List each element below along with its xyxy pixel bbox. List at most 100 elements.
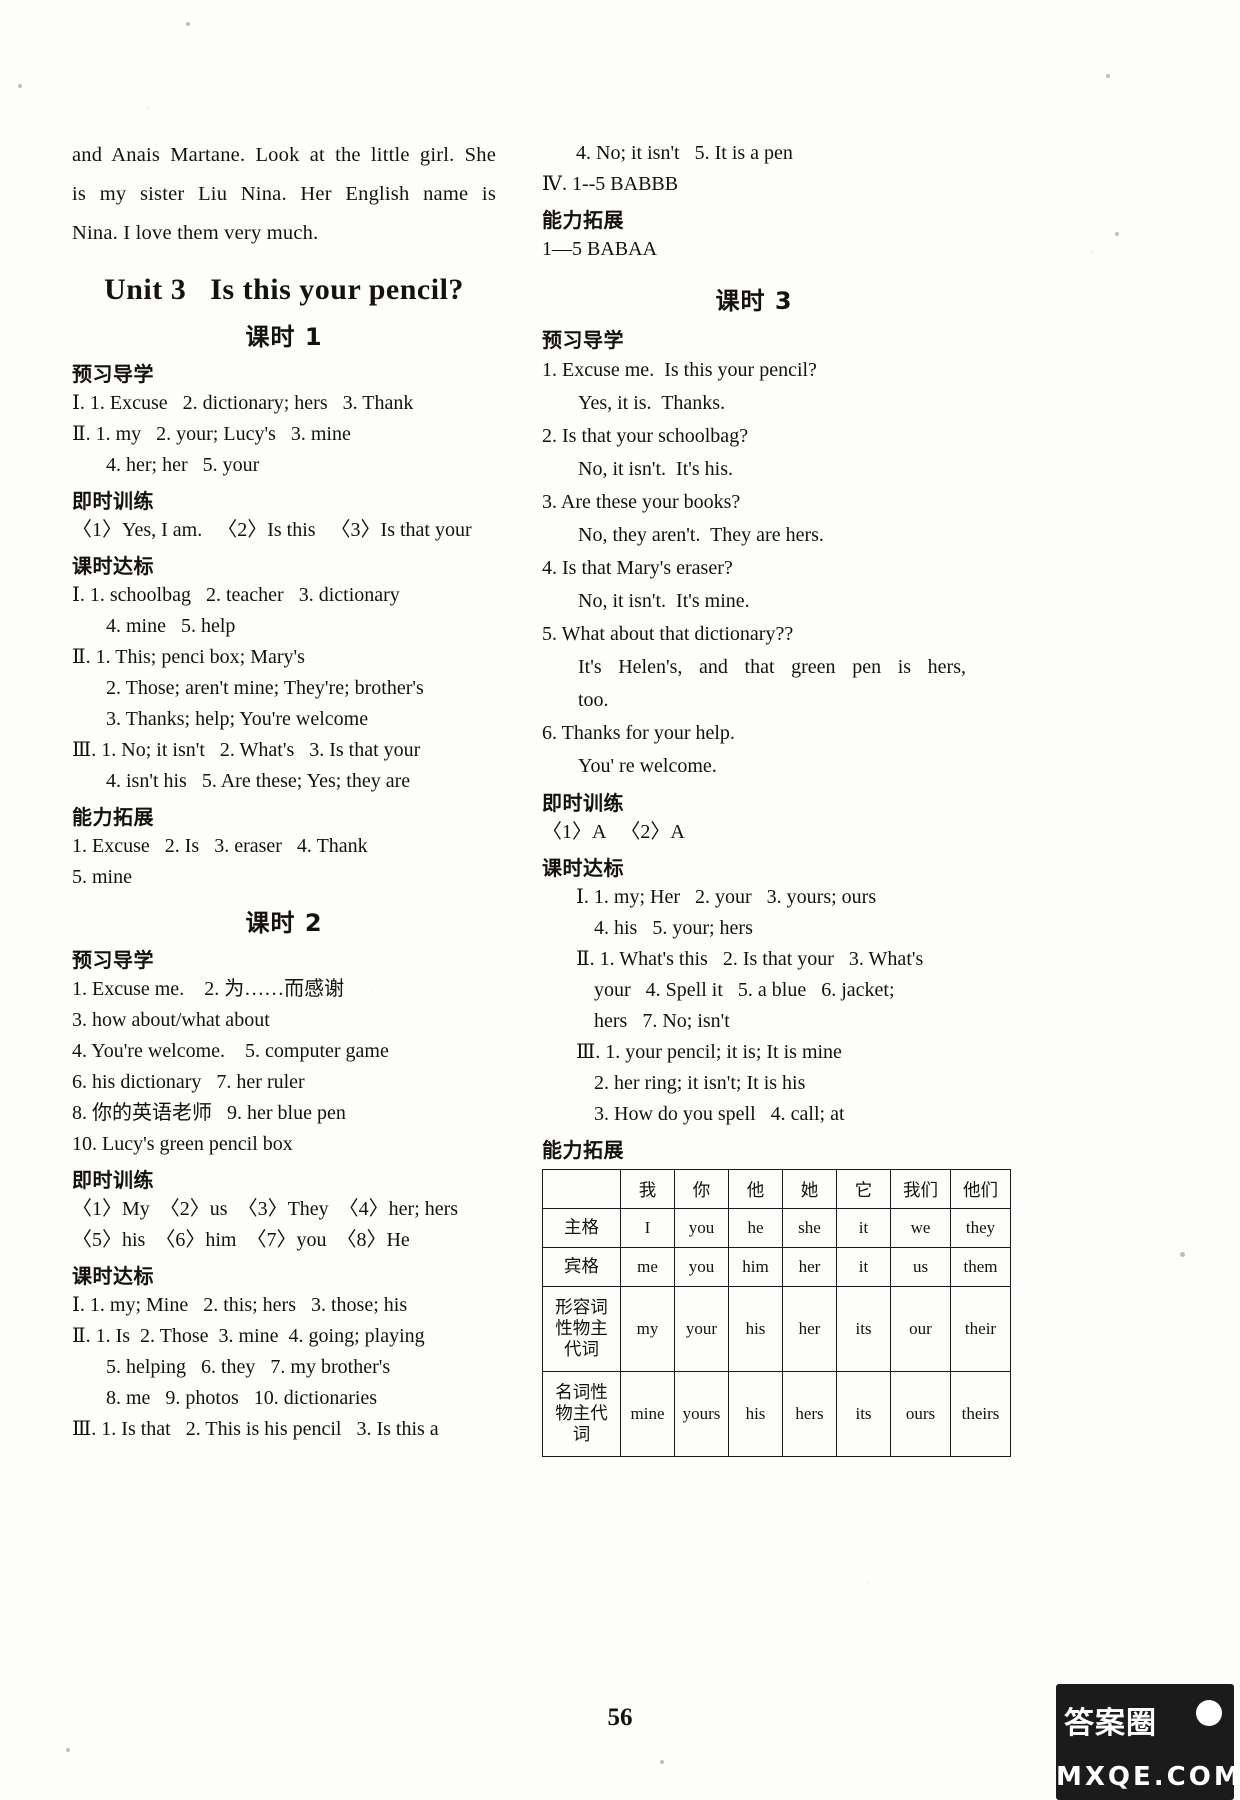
lesson-1-heading: 课时 1 [245, 323, 323, 351]
table-cell: his [728, 1371, 783, 1457]
scan-speck [186, 22, 190, 26]
table-header-row: 我 你 他 她 它 我们 他们 [542, 1169, 1011, 1209]
watermark-logo: 答案圈 MXQE.COM [1056, 1684, 1234, 1800]
lesson-3-qa-answer: It's Helen's, and that green pen is hers… [578, 656, 966, 678]
lesson-1-dabiao-line: 2. Those; aren't mine; They're; brother'… [106, 677, 424, 699]
lesson-2-jishi-line: 〈1〉My 〈2〉us 〈3〉They 〈4〉her; hers [72, 1198, 459, 1220]
lesson-1-dabiao-line: 3. Thanks; help; You're welcome [106, 708, 369, 730]
lesson-2-yuxi-line: 3. how about/what about [72, 1009, 270, 1031]
lesson-3-qa-answer: You' re welcome. [578, 755, 717, 777]
table-header-cell: 他 [728, 1169, 783, 1209]
table-cell: he [728, 1208, 783, 1248]
lesson-2-dabiao-line: Ⅰ. 1. my; Mine 2. this; hers 3. those; h… [72, 1294, 408, 1316]
table-row-label: 名词性 物主代 词 [542, 1371, 621, 1457]
lesson-3-qa-number-question: 5. What about that dictionary?? [542, 618, 966, 651]
lesson-3-dabiao-line: Ⅱ. 1. What's this 2. Is that your 3. Wha… [576, 948, 924, 970]
lesson-1-yuxi-line: Ⅱ. 1. my 2. your; Lucy's 3. mine [72, 423, 351, 445]
watermark-chinese-text: 答案圈 [1064, 1706, 1157, 1741]
lesson-3-dabiao-line: Ⅲ. 1. your pencil; it is; It is mine [576, 1041, 842, 1063]
table-cell: she [782, 1208, 837, 1248]
left-column: and Anais Martane. Look at the little gi… [72, 138, 496, 1457]
qa-question: Are these your books? [560, 491, 741, 513]
qa-number: 1. [542, 359, 557, 381]
qa-question: What about that dictionary?? [561, 623, 794, 645]
table-cell: they [950, 1208, 1011, 1248]
table-cell: her [782, 1286, 837, 1372]
lesson-2-jishi-line: 〈5〉his 〈6〉him 〈7〉you 〈8〉He [72, 1229, 410, 1251]
table-cell: theirs [950, 1371, 1011, 1457]
lesson-3-dabiao-heading: 课时达标 [542, 856, 624, 880]
qa-number: 3. [542, 491, 557, 513]
intro-line-2: is my sister Liu Nina. Her English name … [72, 183, 496, 205]
lesson-2-dabiao-heading: 课时达标 [72, 1264, 154, 1288]
lesson-3-qa-number-question: 3. Are these your books? [542, 486, 966, 519]
lesson-1-dabiao-line: Ⅰ. 1. schoolbag 2. teacher 3. dictionary [72, 584, 400, 606]
lesson-2-yuxi-line: 8. 你的英语老师 9. her blue pen [72, 1102, 346, 1124]
scan-speck [1180, 1252, 1185, 1257]
lesson-3-yuxi-heading: 预习导学 [542, 328, 624, 352]
lesson-1-yuxi-line: 4. her; her 5. your [106, 454, 260, 476]
table-cell: your [674, 1286, 729, 1372]
unit-heading: Unit 3 Is this your pencil? [72, 273, 496, 307]
lesson-3-qa-answer: No, it isn't. It's mine. [578, 590, 750, 612]
scan-speck [18, 84, 22, 88]
lesson-1-yuxi-heading: 预习导学 [72, 362, 154, 386]
table-cell: you [674, 1247, 729, 1287]
lesson-3-dabiao-line: 2. her ring; it isn't; It is his [594, 1072, 806, 1094]
lesson-1-yuxi-line: Ⅰ. 1. Excuse 2. dictionary; hers 3. Than… [72, 392, 414, 414]
lesson-2-heading: 课时 2 [245, 909, 323, 937]
lesson-2-dabiao-cont-line: Ⅳ. 1--5 BABBB [542, 173, 679, 195]
lesson-2-jishi-heading: 即时训练 [72, 1168, 154, 1192]
page-number: 56 [607, 1704, 633, 1731]
lesson-3-dabiao-line: 3. How do you spell 4. call; at [594, 1103, 845, 1125]
table-cell: her [782, 1247, 837, 1287]
lesson-2-yuxi-line: 1. Excuse me. 2. 为……而感谢 [72, 978, 345, 1000]
lesson-3-jishi-heading: 即时训练 [542, 791, 624, 815]
table-cell: our [890, 1286, 951, 1372]
qa-question: Excuse me. Is this your pencil? [562, 359, 817, 381]
table-cell: them [950, 1247, 1011, 1287]
two-column-body: and Anais Martane. Look at the little gi… [72, 138, 1168, 1457]
answer-key-page: and Anais Martane. Look at the little gi… [0, 0, 1240, 1800]
lesson-3-qa-answer-cont: too. [578, 689, 609, 711]
lesson-3-qa-answer: Yes, it is. Thanks. [578, 392, 726, 414]
lesson-3-heading: 课时 3 [715, 287, 793, 315]
table-cell: you [674, 1208, 729, 1248]
qa-question: Is that your schoolbag? [562, 425, 749, 447]
lesson-1-dabiao-line: 4. mine 5. help [106, 615, 236, 637]
table-row-label: 形容词 性物主 代词 [542, 1286, 621, 1372]
table-corner-cell [542, 1169, 621, 1209]
lesson-2-nengli-line: 1—5 BABAA [542, 238, 658, 260]
lesson-2-dabiao-line: Ⅱ. 1. Is 2. Those 3. mine 4. going; play… [72, 1325, 425, 1347]
qa-question: Is that Mary's eraser? [562, 557, 733, 579]
watermark-circle-icon [1196, 1700, 1222, 1726]
table-row: 形容词 性物主 代词 my your his her its our their [542, 1286, 1011, 1372]
right-column: 4. No; it isn't 5. It is a pen Ⅳ. 1--5 B… [542, 138, 1011, 1457]
intro-line-3: Nina. I love them very much. [72, 222, 319, 244]
intro-line-1: and Anais Martane. Look at the little gi… [72, 144, 496, 166]
lesson-3-dabiao-line: 4. his 5. your; hers [594, 917, 753, 939]
lesson-2-dabiao-line: Ⅲ. 1. Is that 2. This is his pencil 3. I… [72, 1418, 439, 1440]
lesson-2-dabiao-line: 5. helping 6. they 7. my brother's [106, 1356, 391, 1378]
unit-number: Unit 3 [104, 273, 187, 306]
lesson-1-jishi-heading: 即时训练 [72, 489, 154, 513]
table-cell: its [836, 1286, 891, 1372]
qa-number: 4. [542, 557, 557, 579]
lesson-3-nengli-heading: 能力拓展 [542, 1138, 624, 1162]
lesson-3-dabiao-line: hers 7. No; isn't [594, 1010, 730, 1032]
qa-number: 5. [542, 623, 557, 645]
lesson-1-dabiao-line: 4. isn't his 5. Are these; Yes; they are [106, 770, 411, 792]
watermark-english-text: MXQE.COM [1056, 1762, 1234, 1792]
table-cell: hers [782, 1371, 837, 1457]
unit-title-text: Is this your pencil? [210, 273, 464, 306]
table-cell: their [950, 1286, 1011, 1372]
table-cell: ours [890, 1371, 951, 1457]
table-row: 宾格 me you him her it us them [542, 1247, 1011, 1287]
scan-speck [660, 1760, 664, 1764]
scan-speck [1106, 74, 1110, 78]
lesson-1-nengli-heading: 能力拓展 [72, 805, 154, 829]
lesson-3-qa-number-question: 6. Thanks for your help. [542, 717, 966, 750]
lesson-3-qa-answer: No, they aren't. They are hers. [578, 524, 824, 546]
lesson-1-dabiao-line: Ⅲ. 1. No; it isn't 2. What's 3. Is that … [72, 739, 421, 761]
lesson-2-nengli-heading: 能力拓展 [542, 208, 624, 232]
